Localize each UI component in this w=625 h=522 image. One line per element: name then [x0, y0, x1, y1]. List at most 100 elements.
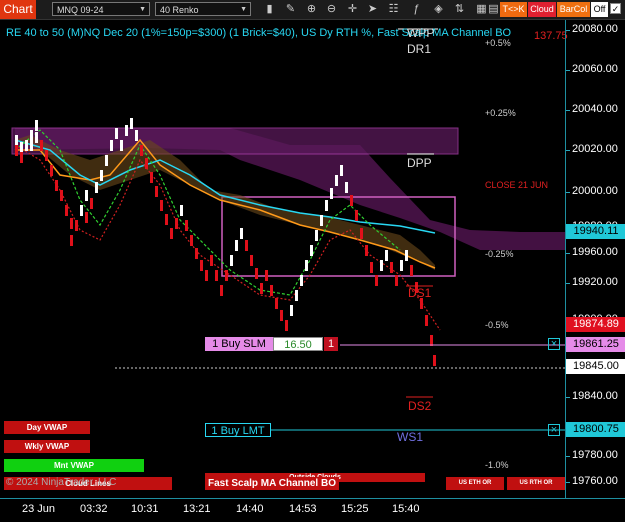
renko-brick-down	[70, 235, 73, 246]
renko-brick-down	[60, 190, 63, 201]
bar-style-icon[interactable]: ▮	[262, 2, 277, 17]
renko-brick-down	[270, 285, 273, 296]
chart-panel[interactable]: RE 40 to 50 (M)NQ Dec 20 (1%=150p=$300) …	[0, 20, 568, 498]
renko-brick-down	[15, 145, 18, 156]
renko-brick-up	[15, 135, 18, 146]
price-tag-value: 19861.25	[573, 338, 619, 350]
slm-quantity[interactable]: 1	[324, 337, 338, 351]
wkly-vwap-button[interactable]: Wkly VWAP	[4, 440, 90, 453]
lmt-price-tag: 19800.75	[566, 422, 625, 437]
ws1-label: WS1	[397, 430, 424, 444]
renko-brick-down	[90, 198, 93, 209]
renko-brick-down	[85, 212, 88, 223]
renko-brick-down	[175, 218, 178, 229]
zoom-in-icon[interactable]: ⊕	[304, 2, 319, 17]
renko-brick-up	[325, 200, 328, 211]
price-tick-label: 19780.00	[572, 449, 618, 461]
renko-brick-down	[190, 235, 193, 246]
mnt-vwap-button[interactable]: Mnt VWAP	[4, 459, 144, 472]
renko-brick-down	[145, 158, 148, 169]
lmt-close-icon[interactable]: ×	[548, 424, 560, 436]
properties-icon[interactable]: ☷	[386, 2, 401, 17]
renko-brick-up	[345, 182, 348, 193]
zoom-out-icon[interactable]: ⊖	[324, 2, 339, 17]
renko-brick-down	[360, 228, 363, 239]
slm-offset-value[interactable]: 16.50	[273, 337, 323, 351]
chart-trader-icon[interactable]: ▤	[486, 2, 501, 17]
renko-brick-up	[20, 142, 23, 153]
chevron-down-icon: ▼	[240, 6, 247, 13]
tk-toggle-button[interactable]: T<>K	[500, 2, 527, 17]
pointer-icon[interactable]: ➤	[365, 2, 380, 17]
renko-brick-down	[200, 260, 203, 271]
bar-type-selector[interactable]: 40 Renko ▼	[155, 2, 251, 16]
fast-scalp-button[interactable]: Fast Scalp MA Channel BO	[205, 477, 339, 490]
price-tick-mark	[566, 397, 570, 398]
time-axis[interactable]: 23 Jun 03:32 10:31 13:21 14:40 14:53 15:…	[0, 498, 625, 522]
price-tick-mark	[566, 150, 570, 151]
us-eth-or-button[interactable]: US ETH OR	[446, 477, 504, 490]
us-rth-or-button[interactable]: US RTH OR	[507, 477, 565, 490]
renko-brick-down	[245, 240, 248, 251]
time-label: 13:21	[183, 503, 211, 515]
renko-brick-up	[80, 205, 83, 216]
renko-brick-down	[165, 214, 168, 225]
buy-slm-order-label[interactable]: 1 Buy SLM	[205, 337, 273, 351]
buy-lmt-order-label[interactable]: 1 Buy LMT	[205, 423, 271, 437]
renko-brick-down	[40, 140, 43, 151]
barcol-toggle-button[interactable]: BarCol	[557, 2, 590, 17]
renko-brick-up	[110, 140, 113, 151]
renko-brick-up	[330, 188, 333, 199]
cloud-toggle-button[interactable]: Cloud	[528, 2, 556, 17]
renko-brick-down	[260, 283, 263, 294]
indicators-icon[interactable]: ƒ	[409, 2, 424, 17]
renko-brick-down	[225, 270, 228, 281]
price-tick-mark	[566, 253, 570, 254]
instrument-selector[interactable]: MNQ 09-24 ▼	[52, 2, 150, 16]
renko-brick-down	[410, 265, 413, 276]
ds1-label: DS1	[408, 286, 432, 300]
renko-brick-down	[20, 152, 23, 163]
time-label: 15:40	[392, 503, 420, 515]
renko-brick-down	[155, 186, 158, 197]
toolbar-checkbox[interactable]: ✓	[610, 3, 621, 14]
renko-brick-up	[105, 155, 108, 166]
renko-brick-up	[95, 182, 98, 193]
last-price-tag: 19845.00	[566, 359, 625, 374]
renko-brick-up	[130, 118, 133, 129]
renko-brick-down	[265, 270, 268, 281]
slm-close-icon[interactable]: ×	[548, 338, 560, 350]
crosshair-icon[interactable]: ✛	[345, 2, 360, 17]
renko-brick-down	[275, 298, 278, 309]
day-vwap-button[interactable]: Day VWAP	[4, 421, 90, 434]
slm-price-tag: 19861.25	[566, 337, 625, 352]
strategy-icon[interactable]: ◈	[431, 2, 446, 17]
red-price-tag: 19874.89	[566, 317, 625, 332]
renko-brick-up	[120, 140, 123, 151]
renko-brick-up	[135, 130, 138, 141]
renko-brick-down	[45, 150, 48, 161]
renko-brick-down	[280, 310, 283, 321]
off-toggle-button[interactable]: Off	[591, 2, 608, 17]
price-tag-value: 19874.89	[573, 318, 619, 330]
renko-brick-down	[433, 355, 436, 366]
renko-brick-up	[100, 170, 103, 181]
renko-brick-down	[425, 315, 428, 326]
time-label: 10:31	[131, 503, 159, 515]
time-label: 03:32	[80, 503, 108, 515]
renko-brick-down	[75, 220, 78, 231]
price-axis[interactable]: 20080.00 20060.00 20040.00 20020.00 20000.00…	[565, 20, 625, 498]
renko-brick-down	[170, 228, 173, 239]
pencil-icon[interactable]: ✎	[283, 2, 298, 17]
renko-brick-down	[210, 255, 213, 266]
renko-brick-down	[255, 268, 258, 279]
renko-brick-up	[30, 130, 33, 141]
price-tick-mark	[566, 110, 570, 111]
app-title[interactable]: Chart	[0, 0, 36, 19]
time-label: 14:53	[289, 503, 317, 515]
price-tag-value: 19800.75	[573, 423, 619, 435]
renko-brick-up	[180, 205, 183, 216]
renko-brick-up	[30, 140, 33, 151]
trade-icon[interactable]: ⇅	[452, 2, 467, 17]
renko-brick-down	[395, 275, 398, 286]
